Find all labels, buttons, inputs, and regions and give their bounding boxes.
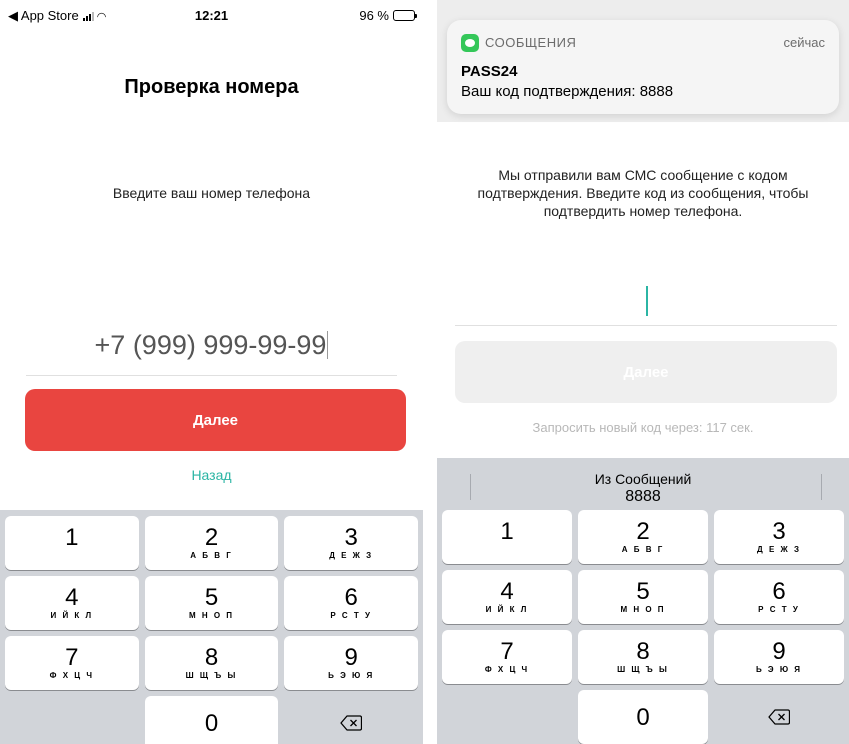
keypad: 1 2А Б В Г 3Д Е Ж З 4И Й К Л 5М Н О П 6Р… [0, 516, 423, 744]
screen-divider [423, 0, 437, 744]
suggestion-code: 8888 [625, 488, 661, 505]
key-digit: 2 [204, 524, 219, 551]
key-letters: М Н О П [188, 611, 235, 620]
suggestion-divider [821, 474, 822, 500]
key-2[interactable]: 2А Б В Г [144, 516, 279, 570]
phone-number-input[interactable]: +7 (999) 999-99-99 [26, 330, 397, 376]
key-empty [442, 690, 572, 744]
next-button-disabled: Далее [455, 341, 837, 403]
key-digit: 3 [344, 524, 358, 551]
key-3[interactable]: 3Д Е Ж З [714, 510, 844, 564]
key-digit: 8 [636, 638, 650, 665]
notification-app-name: СООБЩЕНИЯ [485, 35, 577, 50]
sms-info-text: Мы отправили вам СМС сообщение с кодом п… [477, 167, 809, 219]
key-5[interactable]: 5М Н О П [144, 576, 279, 630]
key-8[interactable]: 8Ш Щ Ъ Ы [578, 630, 708, 684]
page-title: Проверка номера [124, 76, 299, 98]
key-4[interactable]: 4И Й К Л [5, 576, 139, 630]
page-subtitle: Введите ваш номер телефона [112, 185, 311, 201]
key-7[interactable]: 7Ф Х Ц Ч [442, 630, 572, 684]
key-letters: Р С Т У [330, 611, 372, 620]
key-letters: Ь Э Ю Я [328, 671, 375, 680]
key-letters: Д Е Ж З [757, 545, 801, 554]
key-letters: И Й К Л [485, 605, 529, 614]
key-empty [5, 696, 139, 744]
phone-verification-screen: ◀ App Store ◠ 12:21 96 % Проверка номера … [0, 0, 423, 744]
key-letters: И Й К Л [50, 611, 94, 620]
battery-status: 96 % [359, 8, 417, 23]
code-input[interactable] [455, 278, 837, 326]
key-0[interactable]: 0 [578, 690, 708, 744]
suggestion-source: Из Сообщений [594, 471, 692, 487]
key-digit: 7 [65, 644, 79, 671]
key-digit: 8 [204, 644, 219, 671]
back-link[interactable]: Назад [0, 467, 423, 483]
key-digit: 9 [344, 644, 358, 671]
battery-percent: 96 % [359, 8, 389, 23]
key-5[interactable]: 5М Н О П [578, 570, 708, 624]
key-letters: Ф Х Ц Ч [49, 671, 94, 680]
notification-sender: PASS24 [461, 63, 518, 80]
key-digit: 4 [65, 584, 79, 611]
key-digit: 4 [500, 578, 514, 605]
phone-number-placeholder: +7 (999) 999-99-99 [94, 330, 327, 360]
key-digit: 5 [204, 584, 219, 611]
battery-icon [393, 10, 417, 21]
key-digit: 0 [636, 703, 650, 731]
key-7[interactable]: 7Ф Х Ц Ч [5, 636, 139, 690]
key-1[interactable]: 1 [5, 516, 139, 570]
key-digit: 6 [344, 584, 358, 611]
messages-app-icon [461, 34, 479, 52]
key-letters: Ш Щ Ъ Ы [185, 671, 238, 680]
notification-time: сейчас [783, 35, 826, 50]
resend-timer: Запросить новый код через: 117 сек. [532, 420, 754, 435]
next-button[interactable]: Далее [25, 389, 406, 451]
numeric-keyboard: 1 2А Б В Г 3Д Е Ж З 4И Й К Л 5М Н О П 6Р… [0, 510, 423, 744]
key-digit: 1 [500, 518, 514, 545]
key-digit: 6 [772, 578, 786, 605]
key-digit: 2 [636, 518, 650, 545]
delete-key[interactable] [714, 690, 844, 744]
backspace-icon [768, 709, 790, 725]
key-letters: Ь Э Ю Я [755, 665, 803, 674]
key-1[interactable]: 1 [442, 510, 572, 564]
key-digit: 7 [500, 638, 514, 665]
key-6[interactable]: 6Р С Т У [284, 576, 418, 630]
key-6[interactable]: 6Р С Т У [714, 570, 844, 624]
key-letters: Д Е Ж З [329, 551, 374, 560]
suggestion-divider [470, 474, 471, 500]
status-bar: ◀ App Store ◠ 12:21 96 % [0, 0, 423, 28]
key-3[interactable]: 3Д Е Ж З [284, 516, 418, 570]
key-2[interactable]: 2А Б В Г [578, 510, 708, 564]
key-letters: Р С Т У [758, 605, 800, 614]
backspace-icon [340, 715, 363, 731]
key-0[interactable]: 0 [144, 696, 279, 744]
key-letters: Ш Щ Ъ Ы [617, 665, 669, 674]
key-digit: 9 [772, 638, 786, 665]
key-digit: 5 [636, 578, 650, 605]
key-9[interactable]: 9Ь Э Ю Я [284, 636, 418, 690]
key-letters: А Б В Г [621, 545, 665, 554]
key-letters: А Б В Г [190, 551, 233, 560]
keypad: 1 2А Б В Г 3Д Е Ж З 4И Й К Л 5М Н О П 6Р… [437, 510, 849, 744]
text-caret [327, 331, 329, 359]
key-8[interactable]: 8Ш Щ Ъ Ы [144, 636, 279, 690]
key-4[interactable]: 4И Й К Л [442, 570, 572, 624]
sms-notification[interactable]: СООБЩЕНИЯ сейчас PASS24 Ваш код подтверж… [447, 20, 839, 114]
key-letters: М Н О П [620, 605, 666, 614]
numeric-keyboard: Из Сообщений 8888 1 2А Б В Г 3Д Е Ж З 4И… [437, 458, 849, 744]
code-confirmation-screen: СООБЩЕНИЯ сейчас PASS24 Ваш код подтверж… [437, 0, 849, 744]
autofill-suggestion[interactable]: Из Сообщений 8888 [437, 458, 849, 510]
key-9[interactable]: 9Ь Э Ю Я [714, 630, 844, 684]
text-caret [646, 286, 648, 316]
delete-key[interactable] [284, 696, 418, 744]
key-digit: 1 [65, 524, 79, 551]
key-letters: Ф Х Ц Ч [484, 665, 530, 674]
notification-body: Ваш код подтверждения: 8888 [461, 83, 674, 100]
key-digit: 0 [204, 709, 219, 737]
key-digit: 3 [772, 518, 786, 545]
